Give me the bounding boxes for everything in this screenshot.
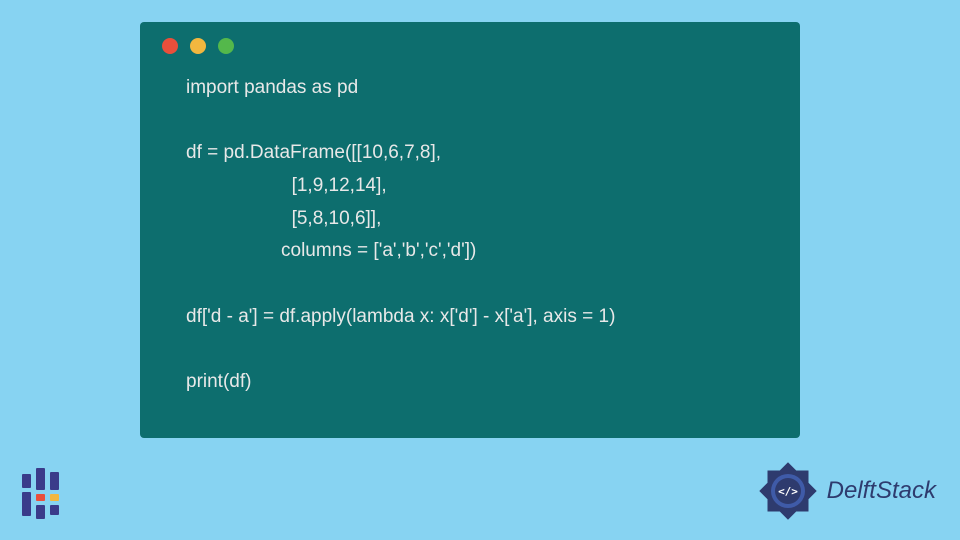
code-window: import pandas as pd df = pd.DataFrame([[… [140, 22, 800, 438]
window-close-icon[interactable] [162, 38, 178, 54]
brand: </> DelftStack [757, 460, 936, 522]
code-block: import pandas as pd df = pd.DataFrame([[… [140, 54, 800, 399]
brand-emblem-icon: </> [757, 460, 819, 522]
site-mark-icon [22, 468, 70, 524]
brand-name: DelftStack [827, 477, 936, 505]
window-maximize-icon[interactable] [218, 38, 234, 54]
window-minimize-icon[interactable] [190, 38, 206, 54]
svg-text:</>: </> [778, 485, 798, 498]
window-controls [140, 22, 800, 54]
